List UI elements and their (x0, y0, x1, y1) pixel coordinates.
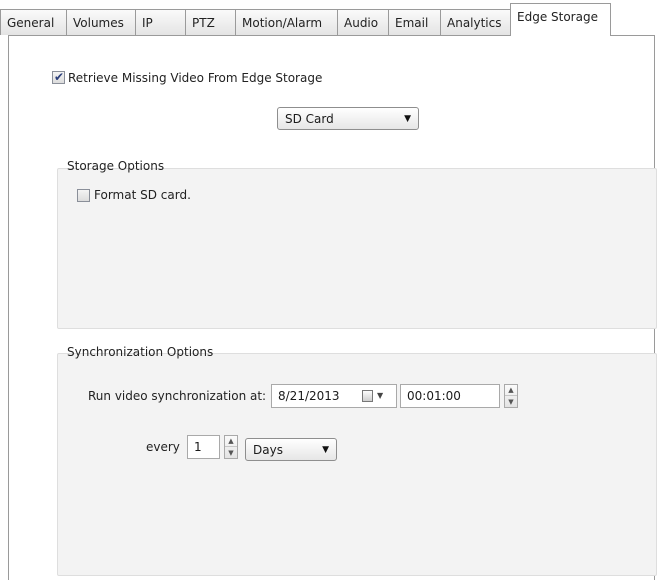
tab-general[interactable]: General (0, 9, 67, 35)
tab-edge-storage[interactable]: Edge Storage (510, 3, 611, 36)
retrieve-missing-video-label: Retrieve Missing Video From Edge Storage (68, 71, 323, 85)
sync-time-input[interactable]: 00:01:00 (400, 384, 500, 408)
tab-ptz[interactable]: PTZ (185, 9, 236, 35)
interval-unit-select[interactable]: Days ▼ (245, 438, 337, 461)
retrieve-missing-video-checkbox[interactable]: ✔ (52, 70, 65, 84)
calendar-dropdown-arrow-icon[interactable]: ▼ (377, 391, 383, 400)
tab-strip: General Volumes IP PTZ Motion/Alarm Audi… (0, 0, 661, 36)
run-sync-label: Run video synchronization at: (88, 389, 267, 403)
format-sd-card-checkbox[interactable] (77, 189, 90, 202)
edge-storage-source-select[interactable]: SD Card ▼ (277, 107, 419, 130)
dropdown-arrow-icon: ▼ (322, 445, 329, 455)
dropdown-arrow-icon: ▼ (404, 114, 411, 124)
sync-time-spin-buttons[interactable]: ▲ ▼ (504, 384, 518, 408)
source-select-value: SD Card (285, 111, 334, 126)
time-spin-down-icon[interactable]: ▼ (505, 396, 517, 407)
tab-volumes[interactable]: Volumes (66, 9, 136, 35)
every-interval-spin-buttons[interactable]: ▲ ▼ (224, 435, 238, 459)
sync-date-value: 8/21/2013 (278, 389, 340, 403)
format-sd-card-label: Format SD card. (94, 188, 191, 202)
interval-unit-value: Days (253, 442, 283, 457)
every-label: every (146, 440, 180, 454)
sync-time-value: 00:01:00 (407, 389, 461, 403)
every-interval-value: 1 (194, 440, 202, 454)
every-interval-input[interactable]: 1 (187, 435, 220, 459)
time-spin-up-icon[interactable]: ▲ (505, 385, 517, 396)
tab-analytics[interactable]: Analytics (440, 9, 511, 35)
calendar-icon[interactable] (362, 390, 373, 402)
tab-audio[interactable]: Audio (337, 9, 389, 35)
tab-ip[interactable]: IP (135, 9, 186, 35)
tab-motion-alarm[interactable]: Motion/Alarm (235, 9, 338, 35)
checkmark-icon: ✔ (54, 70, 65, 84)
synchronization-options-title: Synchronization Options (67, 345, 214, 359)
every-spin-up-icon[interactable]: ▲ (225, 436, 237, 447)
tab-email[interactable]: Email (388, 9, 441, 35)
storage-options-title: Storage Options (67, 159, 165, 173)
every-spin-down-icon[interactable]: ▼ (225, 447, 237, 458)
